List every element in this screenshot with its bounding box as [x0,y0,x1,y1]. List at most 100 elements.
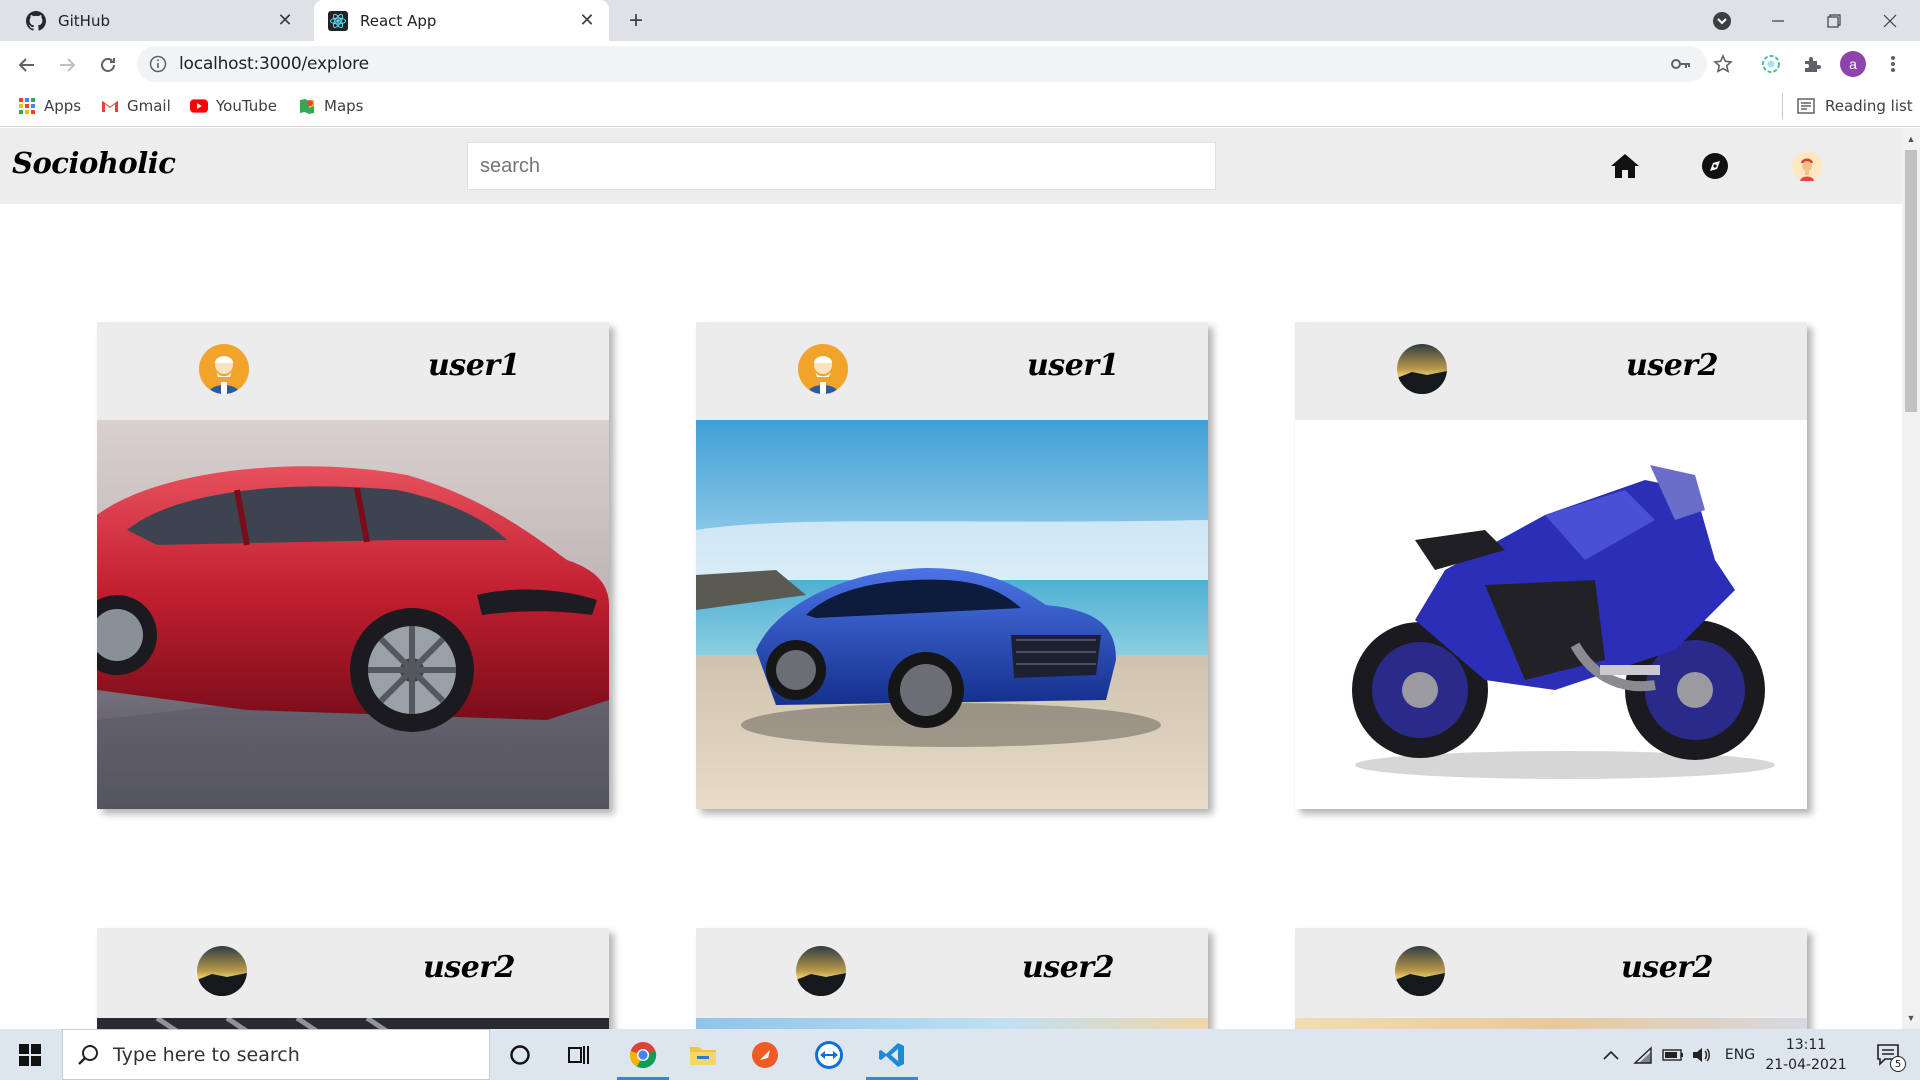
gmail-icon [101,97,119,115]
teamviewer-icon[interactable] [799,1029,859,1080]
chrome-menu-icon[interactable] [1880,51,1906,77]
scroll-down-arrow-icon[interactable]: ▼ [1906,1013,1916,1023]
scroll-up-arrow-icon[interactable]: ▲ [1906,134,1916,144]
clock-date: 21-04-2021 [1765,1057,1847,1073]
extension-swirl-icon[interactable] [1758,51,1784,77]
show-hidden-icons-chevron-icon[interactable] [1598,1029,1624,1080]
forward-button[interactable] [51,49,83,81]
page-scrollbar[interactable]: ▲ ▼ [1902,128,1920,1029]
explore-compass-icon[interactable] [1699,150,1731,182]
close-window-button[interactable] [1862,0,1918,41]
bookmark-label: Gmail [127,97,171,115]
battery-icon[interactable] [1660,1029,1686,1080]
username[interactable]: user2 [1626,348,1718,383]
post-card[interactable]: user2 [97,928,609,1029]
post-header: user2 [97,928,609,1018]
bookmark-star-icon[interactable] [1710,51,1736,77]
forward-arrow-icon [60,58,76,72]
taskbar-search-box[interactable]: Type here to search [62,1029,490,1080]
scrollbar-thumb[interactable] [1905,150,1917,412]
username[interactable]: user2 [423,950,515,985]
wifi-icon[interactable] [1630,1029,1656,1080]
task-view-icon[interactable] [550,1029,610,1080]
address-bar[interactable]: localhost:3000/explore [137,46,1707,82]
clock-time: 13:11 [1785,1037,1827,1053]
close-tab-icon[interactable]: ✕ [273,9,297,33]
post-card[interactable]: user2 [696,928,1208,1029]
tab-github[interactable]: GitHub ✕ [12,0,307,41]
post-card[interactable]: user1 [97,322,609,809]
reload-icon [101,58,115,72]
tab-react-app[interactable]: React App ✕ [314,0,609,41]
post-image-blue-sedan[interactable] [696,420,1208,809]
post-header: user2 [1295,322,1807,420]
post-image[interactable] [1295,1018,1807,1029]
postman-icon[interactable] [735,1029,795,1080]
taskbar-search-placeholder: Type here to search [113,1043,300,1066]
back-button[interactable] [11,49,43,81]
bookmark-youtube[interactable]: YouTube [190,93,277,119]
system-clock[interactable]: 13:11 21-04-2021 [1764,1035,1848,1075]
apps-grid-icon [18,97,36,115]
user-avatar[interactable] [197,946,247,996]
username[interactable]: user2 [1621,950,1713,985]
minimize-icon [1772,19,1784,22]
bookmark-gmail[interactable]: Gmail [101,93,171,119]
chrome-taskbar-icon[interactable] [613,1029,673,1080]
windows-start-icon[interactable] [0,1029,60,1080]
close-tab-icon[interactable]: ✕ [575,9,599,33]
post-card[interactable]: user1 [696,322,1208,809]
profile-avatar-icon[interactable] [1791,150,1823,182]
post-image[interactable] [97,1018,609,1029]
tab-title: GitHub [58,11,110,30]
user-avatar[interactable] [796,946,846,996]
password-key-icon[interactable] [1668,51,1694,77]
youtube-icon [190,97,208,115]
reading-list-button[interactable]: Reading list [1782,93,1913,119]
user-avatar[interactable] [1395,946,1445,996]
restore-button[interactable] [1806,0,1862,41]
site-info-icon[interactable] [149,55,167,73]
reload-button[interactable] [92,49,124,81]
tab-title: React App [360,11,437,30]
windows-taskbar: Type here to search ENG 13:11 21-04-2021… [0,1029,1920,1080]
file-explorer-icon[interactable] [673,1029,733,1080]
user-avatar[interactable] [1397,344,1447,394]
notification-center-icon[interactable]: 5 [1866,1029,1912,1080]
github-icon [26,10,46,31]
extensions-puzzle-icon[interactable] [1799,51,1825,77]
post-image-motorcycle[interactable] [1295,420,1807,809]
post-image-red-sedan[interactable] [97,420,609,809]
post-card[interactable]: user2 [1295,928,1807,1029]
post-header: user1 [696,322,1208,420]
language-indicator[interactable]: ENG [1722,1029,1758,1080]
tab-search-button[interactable] [1694,0,1750,41]
bookmark-apps[interactable]: Apps [18,93,81,119]
restore-icon [1827,13,1841,28]
url-text: localhost:3000/explore [179,54,369,74]
back-arrow-icon [18,58,34,72]
username[interactable]: user1 [428,348,520,383]
volume-icon[interactable] [1688,1029,1714,1080]
notification-count-badge: 5 [1890,1056,1906,1072]
username[interactable]: user1 [1027,348,1119,383]
username[interactable]: user2 [1022,950,1114,985]
vscode-icon[interactable] [862,1029,922,1080]
react-icon [328,10,348,31]
profile-avatar[interactable]: a [1840,51,1866,77]
page-viewport: Socioholic user1 [0,128,1902,1029]
search-input[interactable] [467,142,1216,190]
post-image[interactable] [696,1018,1208,1029]
bookmarks-bar [0,88,1920,127]
post-card[interactable]: user2 [1295,322,1807,809]
user-avatar[interactable] [798,344,848,394]
reading-list-label: Reading list [1825,97,1913,115]
home-icon[interactable] [1609,150,1641,182]
minimize-button[interactable] [1750,0,1806,41]
profile-initial: a [1840,51,1866,77]
bookmark-maps[interactable]: Maps [298,93,363,119]
user-avatar[interactable] [199,344,249,394]
new-tab-button[interactable]: + [618,6,654,36]
brand-logo[interactable]: Socioholic [12,146,176,180]
cortana-circle-icon[interactable] [490,1029,550,1080]
